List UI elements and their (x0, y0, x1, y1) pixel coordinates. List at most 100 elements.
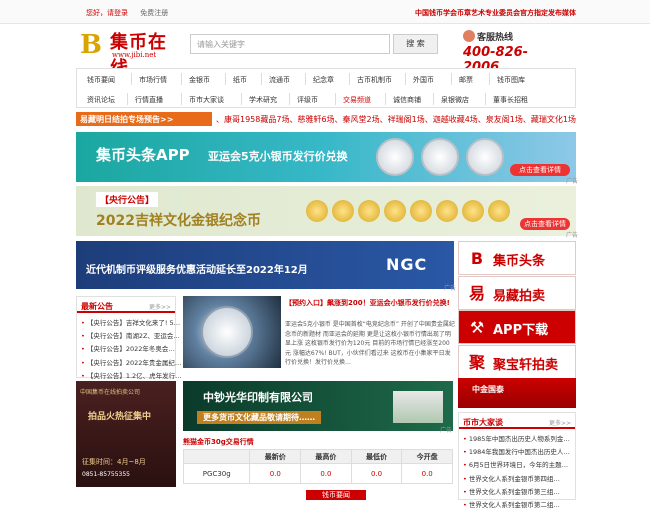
featured-title[interactable]: 【预约入口】飙涨到200！亚运会小银币发行价兑换! (285, 298, 455, 308)
nav-item[interactable]: 泉银微店 (441, 95, 469, 105)
coin-image (466, 138, 504, 176)
banner-ngc-title: 近代机制币评级服务优惠活动延长至2022年12月 (86, 265, 308, 276)
search-input[interactable]: 请输入关键字 (190, 34, 390, 54)
jubaoxuan-logo-icon: 聚 (468, 353, 485, 372)
news-item-label: 【央行公告】2022年冬奥会… (86, 345, 175, 354)
price-table-title: 熊猫金币30g交易行情 (183, 438, 254, 446)
search-button[interactable]: 搜 索 (393, 34, 438, 54)
nav-item[interactable]: 行情直播 (135, 95, 163, 105)
list-item[interactable]: • 世界文化人系列金银币第四组… (463, 473, 570, 486)
banner-app-button[interactable]: 点击查看详情 (510, 164, 570, 176)
nav-item[interactable]: 学术研究 (249, 95, 277, 105)
list-item[interactable]: • 世界文化人系列金银币第三组… (463, 486, 570, 499)
column-header: 最新价 (249, 449, 302, 464)
coin-image (384, 200, 406, 222)
coin-image (410, 200, 432, 222)
nav-item[interactable]: 币市大家谈 (189, 95, 224, 105)
banner-pboc[interactable]: 【央行公告】 2022吉祥文化金银纪念币 点击查看详情 (76, 186, 576, 236)
nav-item[interactable]: 董事长招租 (493, 95, 528, 105)
banner-auction-phone: 0851-85755355 (82, 471, 130, 478)
banner-app-title: 集币头条APP (96, 146, 190, 164)
bullet-icon: • (463, 500, 467, 509)
ticker-label[interactable]: 易藏明日结拍专场预告>> (76, 112, 212, 126)
banner-pboc-button[interactable]: 点击查看详情 (520, 218, 570, 230)
coin-image (436, 200, 458, 222)
column-header: 今开盘 (401, 449, 453, 464)
register-link[interactable]: 免费注册 (140, 9, 168, 17)
coin-image (488, 200, 510, 222)
nav-item[interactable]: 金银币 (189, 75, 210, 85)
nav-item[interactable]: 外国币 (413, 75, 434, 85)
nav-item[interactable]: 诚信商铺 (393, 95, 421, 105)
bullet-icon: • (81, 358, 85, 367)
featured-coin-image[interactable] (183, 296, 281, 368)
nav-item[interactable]: 邮票 (459, 75, 473, 85)
talk-panel-title: 币市大家谈 (463, 418, 503, 427)
list-item[interactable]: • 【央行公告】2022年贵金属纪… (81, 357, 182, 370)
nav-item[interactable]: 评级币 (297, 95, 318, 105)
news-item-label: 【央行公告】南湖2Z、亚运会… (86, 332, 180, 341)
hammer-icon: ⚒ (469, 318, 485, 337)
coin-image (376, 138, 414, 176)
table-cell: 0.0 (350, 463, 403, 484)
news-panel: 最新公告 更多>> • 【央行公告】吉祥文化来了! 5… • 【央行公告】南湖2Z、亚… (76, 296, 182, 393)
banner-pboc-title: 2022吉祥文化金银纪念币 (96, 213, 261, 229)
talk-item-label: 6月5日世界环境日，今年的主题… (468, 461, 569, 470)
side-button-app-download[interactable]: ⚒ APP下载 (458, 310, 576, 344)
banner-zhongchao-title: 中钞光华印制有限公司 (203, 391, 313, 404)
talk-more-link[interactable]: 更多>> (549, 418, 571, 427)
nav-item[interactable]: 纪念章 (313, 75, 334, 85)
site-logo[interactable]: B 集币在线 www.jibi.net (80, 28, 180, 79)
ticker-text[interactable]: 、康哥1958藏品7场、慈雅轩6场、秦风堂2场、祥瑞阁1场、迦越收藏4场、泉友阁… (216, 114, 576, 125)
side-button-label: 聚宝轩拍卖 (493, 358, 559, 373)
main-nav: 钱币要闻 市场行情 金银币 纸币 流通币 纪念章 古币机制币 外国币 邮票 钱币图库 资讯论坛 行情… (76, 68, 576, 108)
news-more-link[interactable]: 更多>> (149, 302, 171, 311)
nav-item[interactable]: 流通币 (269, 75, 290, 85)
list-item[interactable]: • 世界文化人系列金银币第二组… (463, 499, 570, 512)
nav-item[interactable]: 钱币要闻 (87, 75, 115, 85)
side-button-yicang-auction[interactable]: 易 易藏拍卖 (458, 276, 576, 310)
list-item[interactable]: • 1985年中国杰出历史人物系列金… (463, 433, 570, 446)
nav-divider (131, 73, 132, 85)
banner-auction-collect[interactable]: 中国集币在线拍卖公司 拍品火热征集中 征集时间：4月~8月 0851-85755… (76, 381, 176, 487)
list-item[interactable]: • 【央行公告】南湖2Z、亚运会… (81, 330, 182, 343)
banner-app[interactable]: 集币头条APP 亚运会5克小银币发行价兑换 点击查看详情 (76, 132, 576, 182)
list-item[interactable]: • 1984年我国发行中国杰出历史人… (463, 446, 570, 459)
nav-item[interactable]: 纸币 (233, 75, 247, 85)
ngc-logo: NGC (386, 255, 428, 274)
nav-item[interactable]: 古币机制币 (357, 75, 392, 85)
nav-item[interactable]: 市场行情 (139, 75, 167, 85)
nav-divider (127, 93, 128, 105)
banner-pboc-tag: 【央行公告】 (96, 192, 159, 207)
featured-description: 亚运会5克小银币 是中国首枚“电竞纪念币” 开创了中国贵金属纪念币的新题材 而亚… (285, 321, 455, 367)
ad-tag: 广告 (566, 178, 579, 185)
ad-tag: 广告 (566, 232, 579, 239)
list-item[interactable]: • 6月5日世界环境日，今年的主题… (463, 459, 570, 472)
news-item-label: 【央行公告】2022年贵金属纪… (86, 358, 182, 367)
banner-zhongchao[interactable]: 中钞光华印制有限公司 更多货币文化藏品敬请期待…… (183, 381, 453, 431)
nav-divider (225, 73, 226, 85)
talk-item-label: 世界文化人系列金银币第二组… (468, 500, 560, 509)
nav-item[interactable]: 资讯论坛 (87, 95, 115, 105)
bullet-icon: • (81, 319, 85, 327)
coin-image (462, 200, 484, 222)
banner-ngc[interactable]: 近代机制币评级服务优惠活动延长至2022年12月 NGC (76, 241, 454, 289)
talk-panel: 币市大家谈 更多>> • 1985年中国杰出历史人物系列金… • 1984年我国发行中… (458, 412, 576, 509)
coin-image (332, 200, 354, 222)
list-item[interactable]: • 【央行公告】2022年冬奥会… (81, 343, 182, 356)
column-header: 最低价 (350, 449, 403, 464)
news-item-label: 【央行公告】1.2亿、虎年发行… (86, 371, 182, 380)
nav-item[interactable]: 交易频道 (343, 95, 371, 105)
nav-divider (385, 93, 386, 105)
nav-divider (289, 93, 290, 105)
china-gold-banner[interactable]: 中金国泰 (458, 378, 576, 408)
banner-zhongchao-subtitle: 更多货币文化藏品敬请期待…… (197, 411, 321, 424)
tab-coin-news[interactable]: 钱币要闻 (306, 490, 366, 500)
slogan: 中国钱币学会币章艺术专业委员会官方指定发布媒体 (415, 9, 576, 17)
login-link[interactable]: 您好，请登录 (86, 9, 128, 17)
news-panel-header: 最新公告 更多>> (77, 297, 175, 313)
side-button-jibi-toutiao[interactable]: B 集币头条 (458, 241, 576, 275)
side-button-jubaoxuan-auction[interactable]: 聚 聚宝轩拍卖 (458, 345, 576, 379)
list-item[interactable]: • 【央行公告】吉祥文化来了! 5… (81, 317, 182, 330)
nav-item[interactable]: 钱币图库 (497, 75, 525, 85)
